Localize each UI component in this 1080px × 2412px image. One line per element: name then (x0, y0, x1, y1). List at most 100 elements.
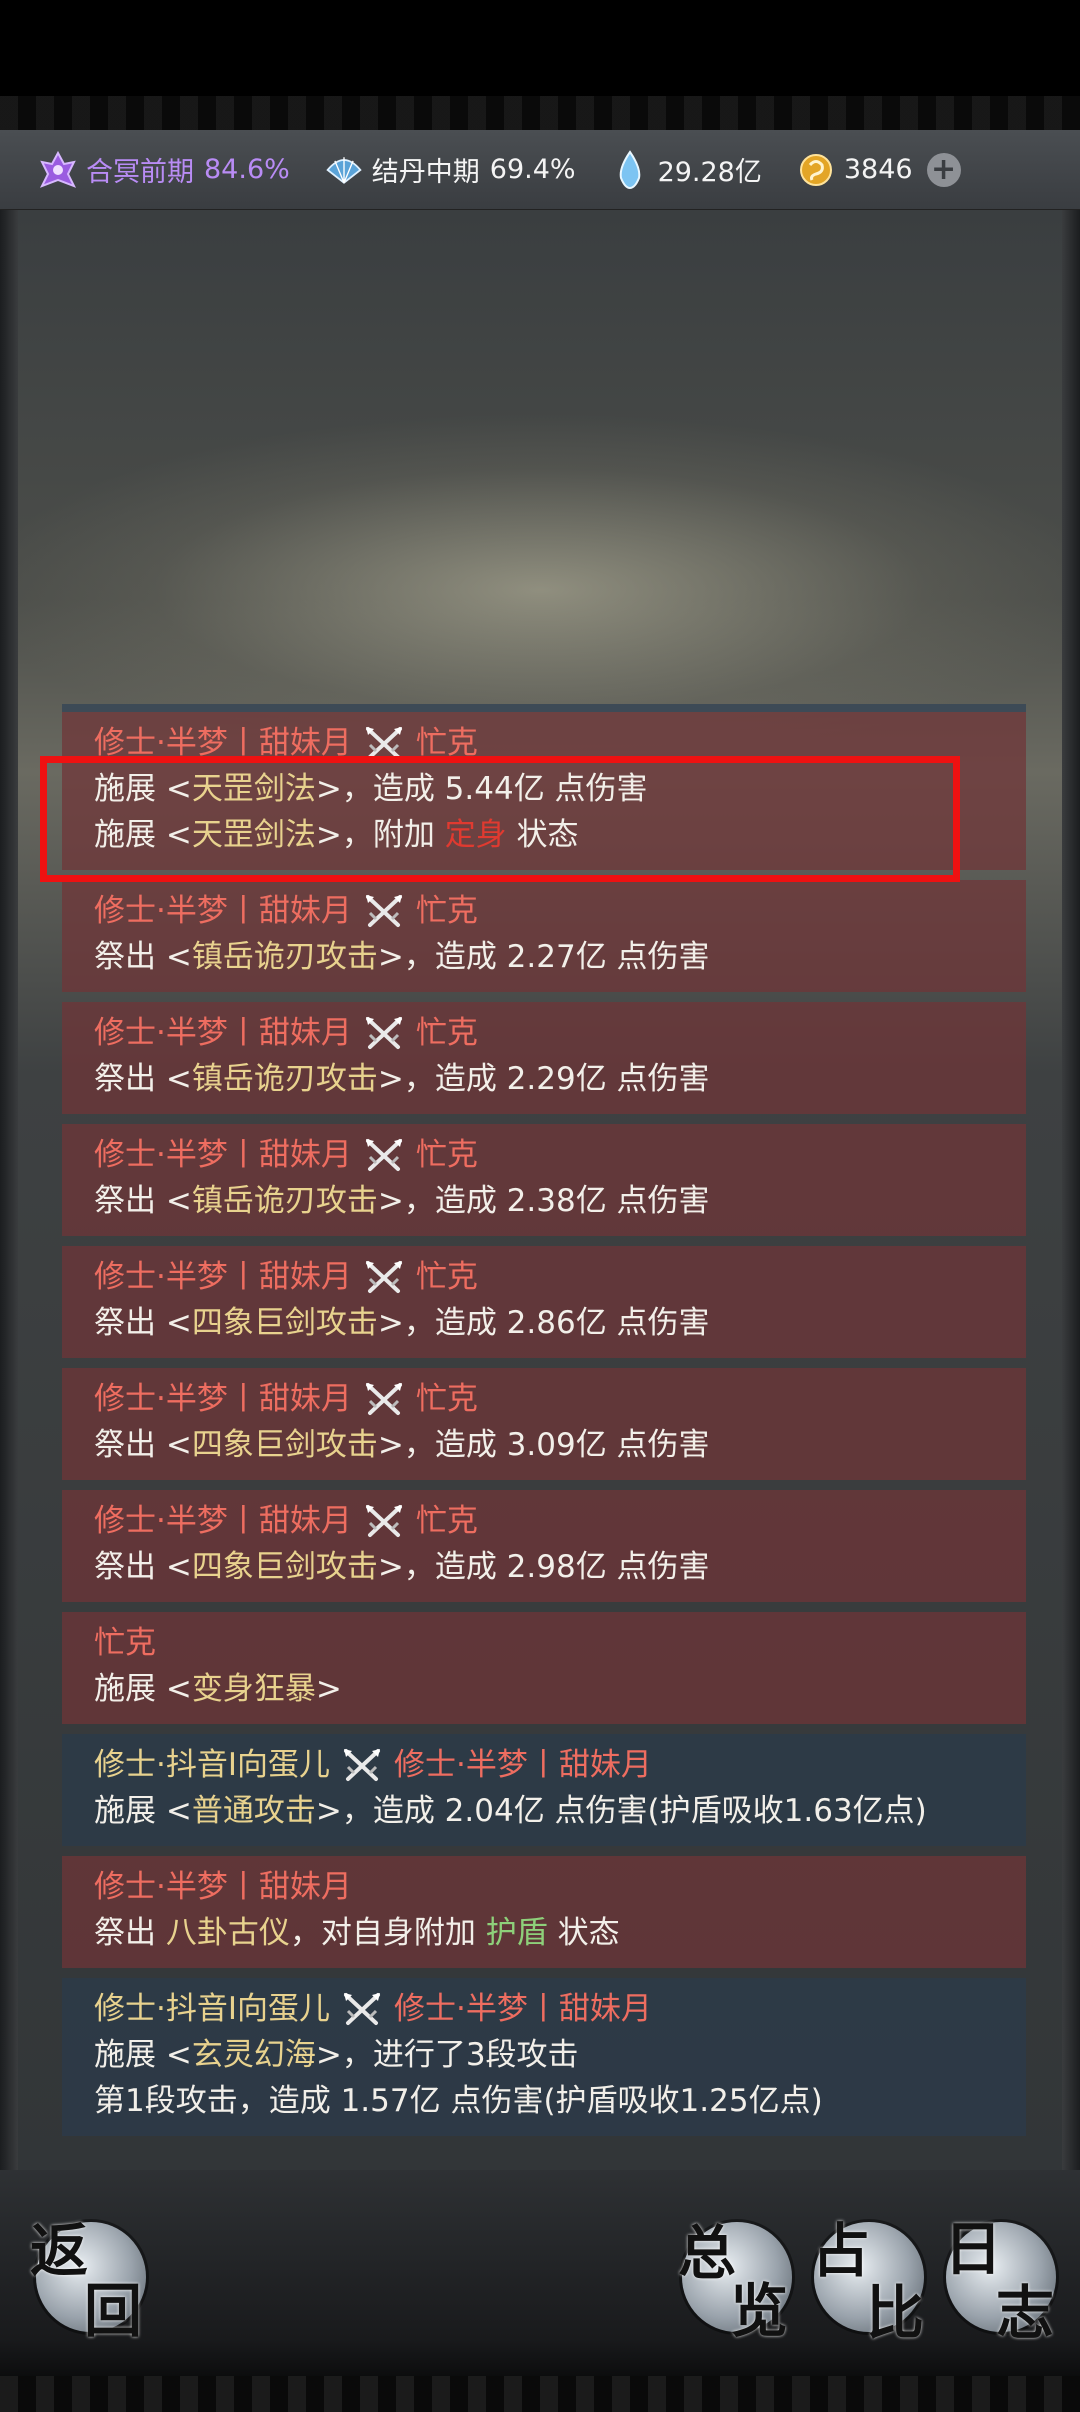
log-entry: 修士·半梦丨甜妹月 忙克 祭出 <四象巨剑攻击>，造成 3.09亿 点伤害 (62, 1368, 1026, 1480)
attacker-name: 修士·半梦丨甜妹月 (94, 1381, 352, 1417)
back-label-2: 回 (84, 2277, 143, 2345)
log-line: 祭出 <镇岳诡刃攻击>，造成 2.38亿 点伤害 (94, 1178, 994, 1224)
log-text: 祭出 < (94, 1427, 192, 1463)
log-text: 祭出 < (94, 939, 192, 975)
highlight-box (40, 756, 960, 882)
gold-coin-icon (796, 150, 836, 190)
log-label-1: 日 (944, 2215, 1003, 2283)
log-line: 祭出 <四象巨剑攻击>，造成 2.86亿 点伤害 (94, 1300, 994, 1346)
resource-bar: 合冥前期 84.6% 结丹中期 69.4% 29.28亿 3846 + (0, 130, 1080, 210)
log-text: 祭出 (94, 1915, 166, 1951)
core-name: 结丹中期 (371, 157, 480, 188)
target-name: 修士·半梦丨甜妹月 (394, 1991, 652, 2027)
resource-core[interactable]: 结丹中期 69.4% (324, 150, 576, 190)
attacker-name: 修士·半梦丨甜妹月 (94, 893, 352, 929)
attacker-name: 忙克 (94, 1625, 156, 1661)
spirit-stone-amount: 29.28亿 (657, 157, 762, 188)
crossed-swords-icon (362, 1135, 406, 1175)
log-text: >，造成 2.04亿 点伤害(护盾吸收1.63亿点) (315, 1793, 927, 1829)
resource-gold[interactable]: 3846 + (796, 150, 961, 190)
log-line: 祭出 八卦古仪，对自身附加 护盾 状态 (94, 1910, 994, 1956)
log-text: 第1段攻击，造成 1.57亿 点伤害(护盾吸收1.25亿点) (94, 2083, 823, 2119)
log-entry: 修士·抖音I向蛋儿 修士·半梦丨甜妹月 施展 <玄灵幻海>，进行了3段攻击 第1段攻击… (62, 1978, 1026, 2136)
overview-label-1: 总 (678, 2219, 737, 2287)
target-name: 忙克 (415, 1503, 478, 1539)
right-frame (1062, 210, 1080, 2370)
skill-name: 八卦古仪 (165, 1915, 290, 1951)
log-text: 祭出 < (94, 1305, 192, 1341)
log-entry: 修士·半梦丨甜妹月 祭出 八卦古仪，对自身附加 护盾 状态 (62, 1856, 1026, 1968)
log-entry: 修士·半梦丨甜妹月 忙克祭出 <镇岳诡刃攻击>，造成 2.27亿 点伤害 (62, 880, 1026, 992)
crossed-swords-icon (362, 891, 406, 931)
ratio-button[interactable]: 占 比 (812, 2217, 924, 2347)
crossed-swords-icon (362, 1501, 406, 1541)
crossed-swords-icon (362, 1257, 406, 1297)
back-label-1: 返 (30, 2217, 89, 2285)
attacker-name: 修士·半梦丨甜妹月 (94, 1137, 352, 1173)
log-entry-header: 修士·抖音I向蛋儿 修士·半梦丨甜妹月 (94, 1986, 994, 2032)
resource-realm[interactable]: 合冥前期 84.6% (38, 150, 290, 190)
skill-name: 四象巨剑攻击 (191, 1549, 378, 1585)
skill-name: 变身狂暴 (191, 1671, 316, 1707)
attacker-name: 修士·抖音I向蛋儿 (94, 1747, 330, 1783)
log-entry: 修士·半梦丨甜妹月 忙克 祭出 <四象巨剑攻击>，造成 2.86亿 点伤害 (62, 1246, 1026, 1358)
log-text: 祭出 < (94, 1061, 192, 1097)
back-button[interactable]: 返 回 (30, 2217, 146, 2345)
crossed-swords-icon (340, 1989, 384, 2029)
log-text: >，造成 3.09亿 点伤害 (377, 1427, 710, 1463)
log-text: >，进行了3段攻击 (315, 2037, 579, 2073)
log-entry-header: 忙克 (94, 1620, 994, 1666)
decorative-border (0, 2376, 1080, 2412)
skill-name: 四象巨剑攻击 (191, 1427, 378, 1463)
core-progress: 69.4% (489, 154, 576, 185)
log-entry: 修士·抖音I向蛋儿 修士·半梦丨甜妹月施展 <普通攻击>，造成 2.04亿 点伤害… (62, 1734, 1026, 1846)
skill-name: 镇岳诡刃攻击 (191, 1061, 378, 1097)
crossed-swords-icon (362, 1013, 406, 1053)
crossed-swords-icon (362, 1379, 406, 1419)
log-entry: 忙克施展 <变身狂暴> (62, 1612, 1026, 1724)
attacker-name: 修士·半梦丨甜妹月 (94, 1503, 352, 1539)
log-line: 施展 <普通攻击>，造成 2.04亿 点伤害(护盾吸收1.63亿点) (94, 1788, 994, 1834)
log-text: 状态 (547, 1915, 620, 1951)
log-entry-header: 修士·半梦丨甜妹月 忙克 (94, 1376, 994, 1422)
log-text: >，造成 2.98亿 点伤害 (377, 1549, 710, 1585)
log-button[interactable]: 日 志 (944, 2215, 1056, 2347)
log-text: > (315, 1671, 342, 1707)
log-label-2: 志 (996, 2279, 1055, 2347)
log-entry: 修士·半梦丨甜妹月 忙克 祭出 <镇岳诡刃攻击>，造成 2.29亿 点伤害 (62, 1002, 1026, 1114)
status-name: 护盾 (485, 1915, 548, 1951)
log-text: 施展 < (94, 2037, 192, 2073)
add-gold-button[interactable]: + (926, 152, 961, 187)
log-line: 施展 <玄灵幻海>，进行了3段攻击 (94, 2032, 994, 2078)
realm-name: 合冥前期 (86, 157, 194, 188)
log-line: 祭出 <四象巨剑攻击>，造成 2.98亿 点伤害 (94, 1544, 994, 1590)
log-entry-header: 修士·半梦丨甜妹月 (94, 1864, 994, 1910)
log-text: >，造成 2.86亿 点伤害 (377, 1305, 710, 1341)
log-entry-header: 修士·半梦丨甜妹月 忙克 (94, 888, 994, 934)
log-text: 祭出 < (94, 1549, 192, 1585)
battle-log-list[interactable]: 修士·半梦丨甜妹月 忙克 施展 <天罡剑法>，造成 5.44亿 点伤害 施展 <天罡剑… (62, 704, 1026, 2178)
skill-name: 普通攻击 (191, 1793, 316, 1829)
attacker-name: 修士·半梦丨甜妹月 (94, 1259, 352, 1295)
log-text: ，对自身附加 (289, 1915, 486, 1951)
log-text: 祭出 < (94, 1183, 192, 1219)
skill-name: 玄灵幻海 (191, 2037, 316, 2073)
realm-progress: 84.6% (204, 154, 290, 185)
skill-name: 镇岳诡刃攻击 (191, 1183, 378, 1219)
target-name: 修士·半梦丨甜妹月 (394, 1747, 652, 1783)
resource-spirit-stone[interactable]: 29.28亿 (610, 149, 762, 190)
target-name: 忙克 (415, 893, 478, 929)
overview-label-2: 览 (730, 2277, 789, 2345)
log-line: 施展 <变身狂暴> (94, 1666, 994, 1712)
skill-name: 四象巨剑攻击 (191, 1305, 378, 1341)
log-line: 祭出 <镇岳诡刃攻击>，造成 2.29亿 点伤害 (94, 1056, 994, 1102)
attacker-name: 修士·半梦丨甜妹月 (94, 1869, 352, 1905)
log-entry-header: 修士·半梦丨甜妹月 忙克 (94, 1132, 994, 1178)
log-entry: 修士·半梦丨甜妹月 忙克祭出 <四象巨剑攻击>，造成 2.98亿 点伤害 (62, 1490, 1026, 1602)
log-line: 祭出 <四象巨剑攻击>，造成 3.09亿 点伤害 (94, 1422, 994, 1468)
attacker-name: 修士·半梦丨甜妹月 (94, 1015, 352, 1051)
overview-button[interactable]: 总 览 (678, 2219, 792, 2345)
log-entry-header: 修士·半梦丨甜妹月 忙克 (94, 1010, 994, 1056)
log-line: 第1段攻击，造成 1.57亿 点伤害(护盾吸收1.25亿点) (94, 2078, 994, 2124)
log-line: 祭出 <镇岳诡刃攻击>，造成 2.27亿 点伤害 (94, 934, 994, 980)
